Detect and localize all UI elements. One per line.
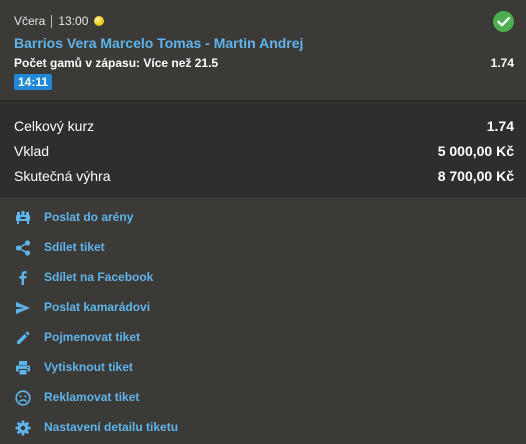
arena-icon <box>14 209 32 227</box>
match-link[interactable]: Barrios Vera Marcelo Tomas - Martin Andr… <box>14 35 303 51</box>
total-odds-label: Celkový kurz <box>14 118 95 134</box>
market-name: Počet gamů v zápasu: Více než 21.5 <box>14 56 219 70</box>
send-to-arena-button[interactable]: Poslat do arény <box>0 203 526 233</box>
rename-ticket-button[interactable]: Pojmenovat tiket <box>0 323 526 353</box>
bet-odd: 1.74 <box>490 56 514 70</box>
send-icon <box>14 299 32 317</box>
share-facebook-label: Sdílet na Facebook <box>44 270 154 284</box>
print-ticket-button[interactable]: Vytisknout tiket <box>0 353 526 383</box>
send-to-friend-label: Poslat kamarádovi <box>44 300 151 314</box>
bet-card: Včera 13:00 Barrios Vera Marcelo Tomas -… <box>0 0 526 99</box>
gear-icon <box>14 419 32 437</box>
printer-icon <box>14 359 32 377</box>
live-time-badge: 14:11 <box>14 74 53 90</box>
tennis-ball-icon <box>94 16 105 26</box>
facebook-icon <box>14 269 32 287</box>
total-odds-value: 1.74 <box>486 118 514 134</box>
send-to-arena-label: Poslat do arény <box>44 210 134 224</box>
share-icon <box>14 239 32 257</box>
rename-ticket-label: Pojmenovat tiket <box>44 330 141 344</box>
sad-face-icon <box>14 389 32 407</box>
win-label: Skutečná výhra <box>14 168 111 184</box>
print-ticket-label: Vytisknout tiket <box>44 360 133 374</box>
pencil-icon <box>14 329 32 347</box>
bet-time: 13:00 <box>58 14 89 28</box>
stake-label: Vklad <box>14 143 50 159</box>
check-circle-icon <box>493 11 514 32</box>
divider <box>51 14 53 28</box>
win-value: 8 700,00 Kč <box>437 168 514 184</box>
bet-day: Včera <box>14 14 46 28</box>
share-ticket-button[interactable]: Sdílet tiket <box>0 233 526 263</box>
claim-ticket-button[interactable]: Reklamovat tiket <box>0 383 526 413</box>
share-facebook-button[interactable]: Sdílet na Facebook <box>0 263 526 293</box>
stake-value: 5 000,00 Kč <box>437 143 514 159</box>
ticket-detail-settings-label: Nastavení detailu tiketu <box>44 420 179 434</box>
claim-ticket-label: Reklamovat tiket <box>44 390 140 404</box>
share-ticket-label: Sdílet tiket <box>44 240 105 254</box>
ticket-detail-settings-button[interactable]: Nastavení detailu tiketu <box>0 413 526 443</box>
bet-meta: Včera 13:00 <box>14 14 105 28</box>
ticket-summary: Celkový kurz 1.74 Vklad 5 000,00 Kč Skut… <box>0 100 526 197</box>
send-to-friend-button[interactable]: Poslat kamarádovi <box>0 293 526 323</box>
